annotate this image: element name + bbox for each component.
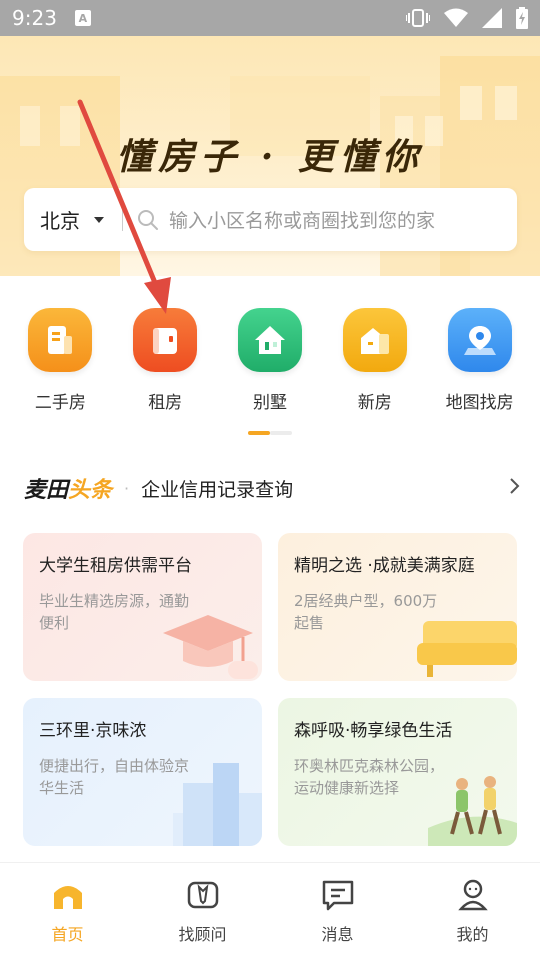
card-description: 便捷出行，自由体验京华生活 (39, 757, 190, 797)
nav-home[interactable]: 首页 (13, 875, 123, 960)
bottom-navigation: 首页 找顾问 消息 我的 (0, 862, 540, 960)
wifi-icon (444, 8, 468, 28)
category-second-hand[interactable]: 二手房 (10, 308, 110, 418)
category-page-indicator (248, 431, 292, 435)
city-selector[interactable]: 北京 (40, 205, 104, 234)
profile-icon (453, 875, 493, 915)
headline-brand-part2: 头条 (68, 478, 113, 503)
nav-label: 我的 (456, 925, 489, 944)
card-description: 环奥林匹克森林公园，运动健康新选择 (294, 757, 445, 797)
card-title: 大学生租房供需平台 (39, 556, 192, 576)
second-hand-house-icon (28, 308, 93, 372)
notification-icon: A (74, 10, 91, 26)
card-title: 森呼吸·畅享绿色生活 (294, 721, 453, 741)
chevron-right-icon[interactable] (508, 477, 520, 499)
page-dot-active (248, 431, 270, 435)
card-description: 毕业生精选房源，通勤便利 (39, 592, 190, 632)
search-bar: 北京 输入小区名称或商圈找到您的家 (24, 188, 517, 251)
category-label: 租房 (148, 393, 183, 413)
headline-text: 企业信用记录查询 (141, 478, 294, 501)
search-divider (122, 208, 123, 231)
category-villa[interactable]: 别墅 (220, 308, 320, 418)
headline-news-bar[interactable]: 麦田 头条 · 企业信用记录查询 (24, 468, 520, 508)
rent-icon (133, 308, 198, 372)
category-map-search[interactable]: 地图找房 (430, 308, 530, 418)
city-label: 北京 (40, 209, 80, 233)
promo-card-forest-park[interactable]: 森呼吸·畅享绿色生活 环奥林匹克森林公园，运动健康新选择 (278, 698, 517, 846)
signal-icon (482, 8, 502, 28)
card-title: 精明之选 ·成就美满家庭 (294, 556, 475, 576)
page-dot-inactive (270, 431, 292, 435)
promo-card-third-ring[interactable]: 三环里·京味浓 便捷出行，自由体验京华生活 (23, 698, 262, 846)
card-description: 2居经典户型，600万起售 (294, 592, 438, 632)
villa-icon (237, 308, 302, 372)
search-icon (137, 209, 159, 231)
promo-card-family-home[interactable]: 精明之选 ·成就美满家庭 2居经典户型，600万起售 (278, 533, 517, 681)
headline-separator: · (124, 478, 130, 498)
category-new-house[interactable]: 新房 (325, 308, 425, 418)
search-input[interactable]: 输入小区名称或商圈找到您的家 (169, 206, 435, 233)
category-label: 二手房 (34, 393, 86, 413)
new-house-icon (342, 308, 407, 372)
category-label: 地图找房 (445, 393, 514, 413)
nav-label: 首页 (51, 925, 84, 944)
home-icon (48, 875, 88, 915)
map-pin-icon (447, 308, 512, 372)
nav-label: 找顾问 (178, 925, 227, 944)
vibrate-icon (406, 9, 430, 27)
status-icons (406, 7, 528, 29)
category-grid: 二手房 租房 别墅 新房 地图找房 (0, 308, 540, 418)
nav-messages[interactable]: 消息 (283, 875, 393, 960)
status-time: 9:23 (12, 6, 57, 30)
nav-advisor[interactable]: 找顾问 (148, 875, 258, 960)
promo-card-student-rental[interactable]: 大学生租房供需平台 毕业生精选房源，通勤便利 (23, 533, 262, 681)
category-label: 新房 (357, 393, 392, 413)
status-bar: 9:23 A (0, 0, 540, 36)
battery-icon (516, 7, 528, 29)
hero-slogan: 懂房子 · 更懂你 (116, 136, 424, 178)
headline-brand-part1: 麦田 (24, 478, 69, 503)
caret-down-icon (94, 216, 104, 223)
card-title: 三环里·京味浓 (39, 721, 147, 741)
advisor-icon (183, 875, 223, 915)
nav-label: 消息 (321, 925, 354, 944)
message-icon (318, 875, 358, 915)
nav-profile[interactable]: 我的 (418, 875, 528, 960)
category-rent[interactable]: 租房 (115, 308, 215, 418)
hero-banner: 懂房子 · 更懂你 北京 输入小区名称或商圈找到您的家 (0, 36, 540, 276)
category-label: 别墅 (252, 393, 287, 413)
